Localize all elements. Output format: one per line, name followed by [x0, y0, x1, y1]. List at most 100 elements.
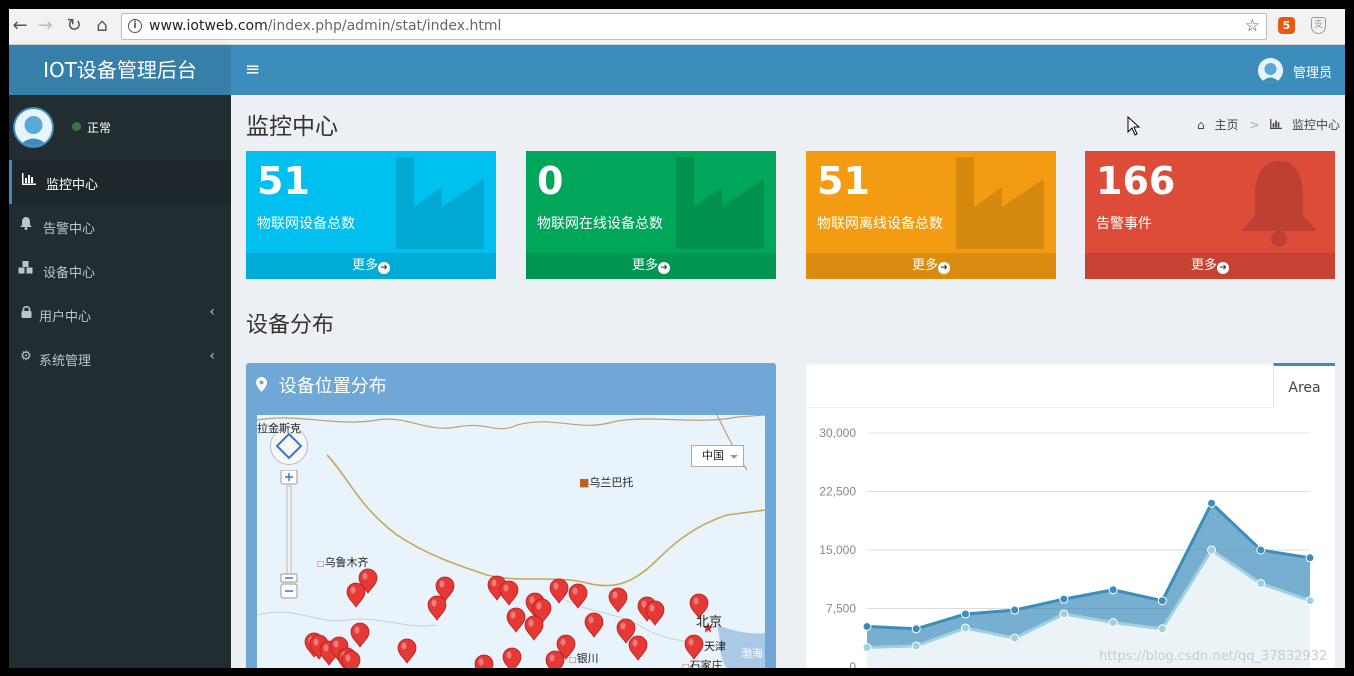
- shield-extension-icon[interactable]: 支: [1311, 17, 1326, 34]
- app-window: ← → ↻ ⌂ i www.iotweb.com/index.php/admin…: [9, 9, 1345, 668]
- device-marker-icon[interactable]: [568, 583, 588, 609]
- map-region-select[interactable]: 中国: [691, 445, 744, 467]
- device-marker-icon[interactable]: [350, 622, 370, 648]
- device-marker-icon[interactable]: [474, 654, 494, 668]
- sidebar-item-monitor[interactable]: 监控中心: [9, 160, 231, 204]
- breadcrumb: ⌂ 主页 > 监控中心: [1197, 116, 1340, 133]
- data-point[interactable]: [862, 621, 872, 631]
- admin-avatar[interactable]: [1258, 58, 1283, 83]
- device-marker-icon[interactable]: [524, 615, 544, 641]
- map-city-name: 乌兰巴托: [589, 476, 634, 489]
- stat-value: 51: [257, 159, 310, 203]
- more-link[interactable]: 更多 ➜: [806, 253, 1056, 279]
- address-bar[interactable]: i www.iotweb.com/index.php/admin/stat/in…: [121, 13, 1267, 40]
- industry-icon: [956, 157, 1044, 249]
- extension-icon[interactable]: 5: [1278, 17, 1295, 34]
- industry-icon: [396, 157, 484, 249]
- data-point[interactable]: [1157, 624, 1167, 634]
- breadcrumb-home[interactable]: 主页: [1214, 118, 1238, 132]
- chart-panel: Area 30,000 22,500 15,000 7,500 0: [806, 363, 1335, 668]
- data-point[interactable]: [911, 624, 921, 634]
- data-point[interactable]: [1256, 545, 1266, 555]
- device-marker-icon[interactable]: [499, 580, 519, 606]
- device-marker-icon[interactable]: [506, 607, 526, 633]
- bell-icon: [1241, 161, 1317, 247]
- map-city-label: ■乌兰巴托: [579, 476, 634, 489]
- section-title: 设备分布: [246, 313, 335, 338]
- device-marker-icon[interactable]: [645, 600, 665, 626]
- data-point[interactable]: [960, 623, 970, 633]
- data-point[interactable]: [1305, 553, 1315, 563]
- sidebar-item-alarm[interactable]: 告警中心: [9, 204, 231, 248]
- more-link[interactable]: 更多 ➜: [246, 253, 496, 279]
- data-point[interactable]: [1059, 594, 1069, 604]
- admin-name[interactable]: 管理员: [1293, 62, 1332, 81]
- data-point[interactable]: [911, 641, 921, 651]
- device-marker-icon[interactable]: [545, 650, 565, 668]
- stat-box-offline-devices: 51 物联网离线设备总数 更多 ➜: [806, 151, 1056, 279]
- more-label: 更多: [1190, 258, 1217, 273]
- device-marker-icon[interactable]: [427, 595, 447, 621]
- data-point[interactable]: [1108, 585, 1118, 595]
- sidebar-item-devices[interactable]: 设备中心: [9, 248, 231, 292]
- sidebar-item-system[interactable]: ⚙ 系统管理 ‹: [9, 336, 231, 380]
- mouse-cursor-icon: [1127, 115, 1141, 136]
- menu-toggle-icon[interactable]: ≡: [245, 59, 260, 80]
- stat-label: 告警事件: [1096, 216, 1152, 232]
- chevron-down-icon: [730, 455, 738, 459]
- data-point[interactable]: [1108, 618, 1118, 628]
- url-text: www.iotweb.com/index.php/admin/stat/inde…: [149, 18, 501, 34]
- url-path: /index.php/admin/stat/index.html: [267, 18, 502, 34]
- map-canvas[interactable]: 中国 拉金斯克 ■乌兰巴托 □乌鲁木齐 北京 天津 □银川 □石家庄 渤海: [257, 415, 765, 668]
- data-point[interactable]: [1305, 596, 1315, 606]
- data-point[interactable]: [1059, 609, 1069, 619]
- map-panel-title: 设备位置分布: [278, 376, 387, 397]
- sidebar-item-users[interactable]: 用户中心 ‹: [9, 292, 231, 336]
- map-marker-icon: [256, 376, 273, 397]
- device-marker-icon[interactable]: [346, 582, 366, 608]
- stat-label: 物联网在线设备总数: [537, 216, 663, 232]
- sidebar: 正常 监控中心 告警中心 设备中心 用户中心 ‹ ⚙ 系统管理 ‹: [9, 95, 231, 668]
- stat-value: 0: [537, 159, 564, 203]
- user-status: 正常: [87, 121, 112, 135]
- device-marker-icon[interactable]: [608, 587, 628, 613]
- stat-box-alarm-events: 166 告警事件 更多 ➜: [1085, 151, 1335, 279]
- device-marker-icon[interactable]: [628, 635, 648, 661]
- data-point[interactable]: [1207, 498, 1217, 508]
- url-host: www.iotweb.com: [149, 18, 268, 34]
- home-icon[interactable]: ⌂: [91, 15, 113, 37]
- more-link[interactable]: 更多 ➜: [526, 253, 776, 279]
- back-arrow-icon[interactable]: ←: [9, 15, 31, 37]
- more-link[interactable]: 更多 ➜: [1085, 253, 1335, 279]
- data-point[interactable]: [1157, 596, 1167, 606]
- forward-arrow-icon[interactable]: →: [34, 15, 56, 37]
- star-icon[interactable]: ☆: [1245, 16, 1260, 36]
- device-marker-icon[interactable]: [684, 634, 704, 660]
- device-marker-icon[interactable]: [584, 612, 604, 638]
- map-city-name: 乌鲁木齐: [324, 556, 369, 569]
- data-point[interactable]: [1010, 605, 1020, 615]
- device-marker-icon[interactable]: [397, 638, 417, 664]
- top-navbar: ≡ 管理员: [231, 45, 1345, 95]
- map-city-label: 拉金斯克: [257, 422, 301, 435]
- data-point[interactable]: [1010, 633, 1020, 643]
- y-tick-label: 0: [849, 660, 856, 668]
- info-icon[interactable]: i: [128, 19, 142, 33]
- data-point[interactable]: [1256, 579, 1266, 589]
- device-marker-icon[interactable]: [341, 650, 361, 668]
- data-point[interactable]: [960, 609, 970, 619]
- app-logo[interactable]: IOT设备管理后台: [9, 45, 231, 95]
- home-icon: ⌂: [1197, 118, 1205, 132]
- stat-label: 物联网离线设备总数: [817, 216, 943, 232]
- reload-icon[interactable]: ↻: [63, 15, 85, 37]
- map-city-label: 北京: [696, 615, 723, 630]
- data-point[interactable]: [862, 643, 872, 652]
- map-panel: 设备位置分布 中国 拉金斯克 ■乌兰巴托 □乌鲁木齐 北京 天津 □银川 □石家…: [246, 363, 776, 668]
- device-marker-icon[interactable]: [502, 647, 522, 668]
- stat-value: 166: [1096, 159, 1176, 203]
- data-point[interactable]: [1207, 545, 1217, 555]
- map-zoom-slider[interactable]: [280, 470, 298, 599]
- status-dot-icon: [72, 122, 81, 131]
- y-tick-label: 22,500: [819, 485, 856, 499]
- industry-icon: [676, 157, 764, 249]
